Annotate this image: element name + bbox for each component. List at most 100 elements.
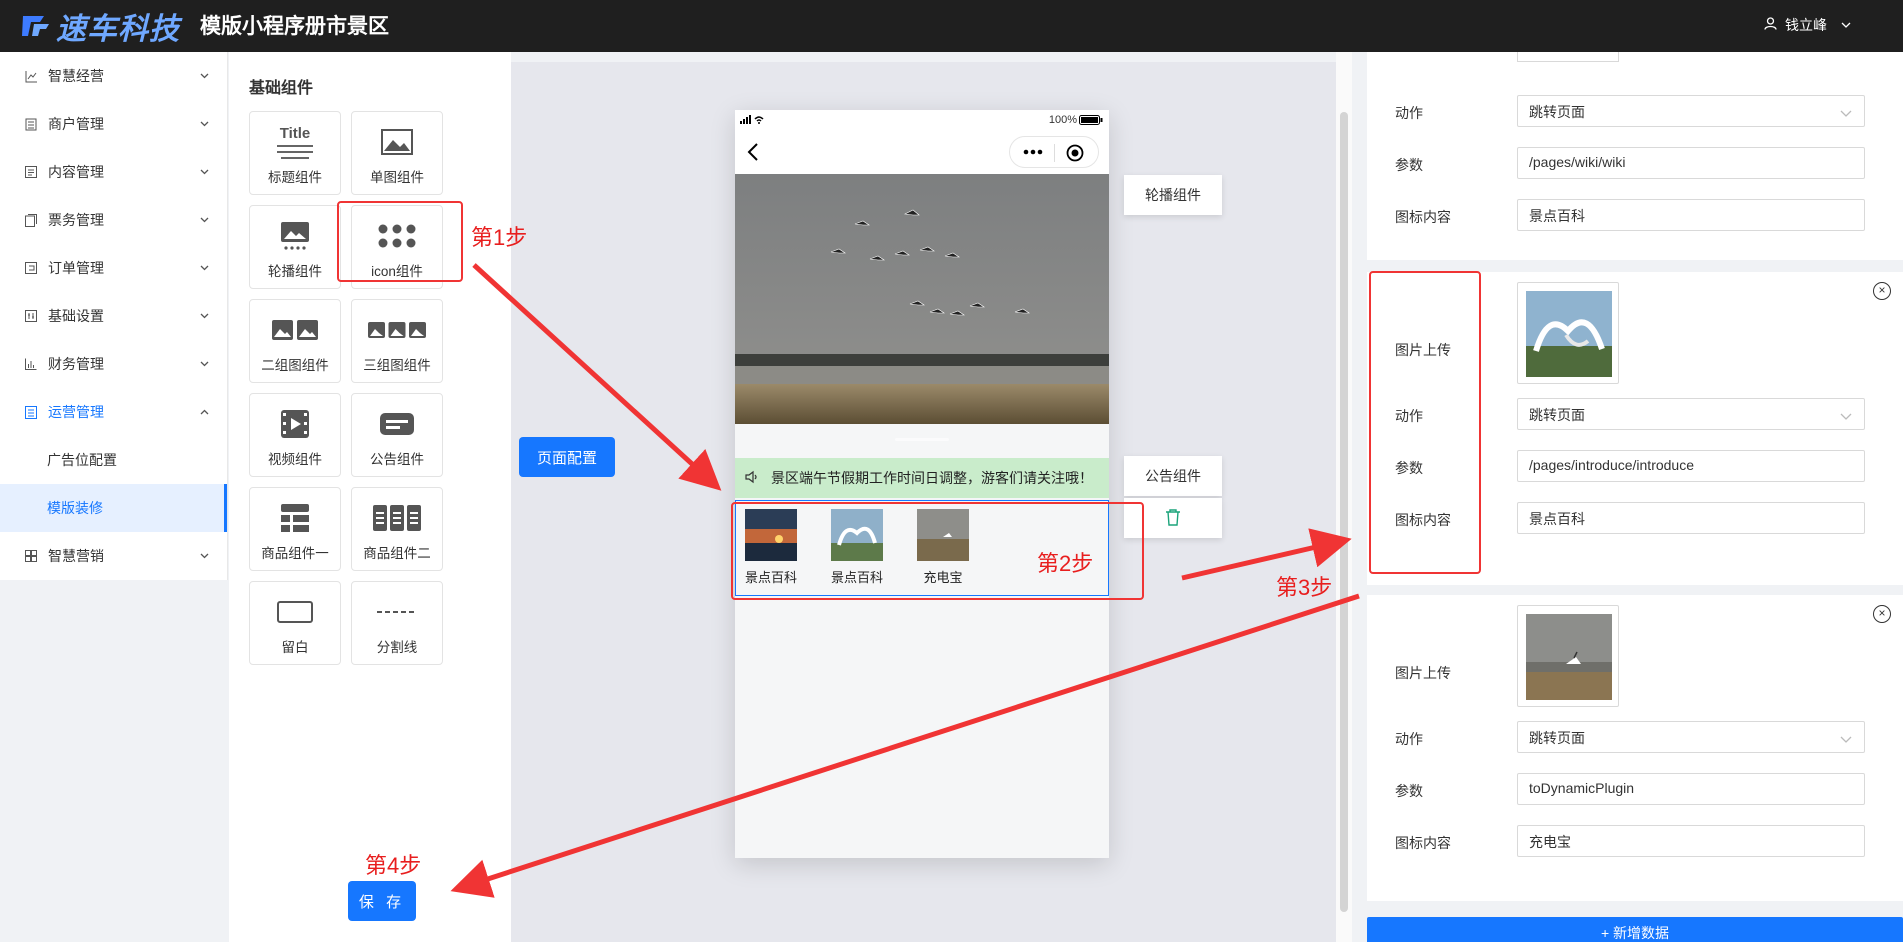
carousel-indicator [895,438,949,441]
logo-mark-icon [20,10,52,42]
chevron-down-icon [1840,731,1852,747]
sidebar-item-smart-marketing[interactable]: 智慧营销 [0,532,227,580]
chevron-down-icon [200,215,209,226]
mini-program-capsule[interactable] [1009,136,1099,168]
icon-content-input[interactable]: 充电宝 [1517,825,1865,857]
form-row-upload: 图片上传 [1367,655,1903,689]
component-two-images[interactable]: 二组图组件 [249,299,341,383]
component-divider[interactable]: 分割线 [351,581,443,665]
wetland-bird-image [1526,614,1612,700]
sidebar-item-operations[interactable]: 运营管理 [0,388,227,436]
data-card-3: × 图片上传 动作 跳转页面 参数 toDynamicPlugin 图标内容 充… [1367,595,1903,901]
chevron-down-icon [200,71,209,82]
component-notice[interactable]: 公告组件 [351,393,443,477]
component-video[interactable]: 视频组件 [249,393,341,477]
field-label: 参数 [1395,157,1423,173]
page-config-button[interactable]: 页面配置 [519,437,615,477]
notice-icon [352,406,442,442]
canvas-scrollbar[interactable] [1336,52,1352,942]
param-input[interactable]: toDynamicPlugin [1517,773,1865,805]
product-columns-icon [352,500,442,536]
user-icon [1764,17,1777,33]
sidebar-item-smart-business[interactable]: 智慧经营 [0,52,227,100]
sidebar-item-ticket[interactable]: 票务管理 [0,196,227,244]
add-data-button[interactable]: + 新增数据 [1367,917,1903,942]
component-label: 公告组件 [370,452,424,467]
component-product-two[interactable]: 商品组件二 [351,487,443,571]
component-label: 单图组件 [370,170,424,185]
carousel-component-tag[interactable]: 轮播组件 [1124,175,1222,215]
field-label: 图标内容 [1395,209,1451,225]
component-label: 留白 [281,640,309,655]
field-label: 动作 [1395,731,1423,747]
sidebar-item-basic-settings[interactable]: 基础设置 [0,292,227,340]
image-upload[interactable] [1517,605,1619,707]
data-card-1: 动作 跳转页面 参数 /pages/wiki/wiki 图标内容 景点百科 [1367,52,1903,260]
sidebar-subitem-template-decoration[interactable]: 模版装修 [0,484,227,532]
signal-icon [740,115,766,128]
image-upload[interactable] [1517,282,1619,384]
product-list-icon [250,500,340,536]
close-target-icon[interactable] [1066,144,1084,165]
notice-component-tag[interactable]: 公告组件 [1124,456,1222,496]
chevron-down-icon [200,119,209,130]
sidebar-item-orders[interactable]: 订单管理 [0,244,227,292]
video-icon [250,406,340,442]
close-circle-icon[interactable]: × [1873,605,1891,623]
field-label: 图片上传 [1395,665,1451,681]
component-three-images[interactable]: 三组图组件 [351,299,443,383]
icon-content-input[interactable]: 景点百科 [1517,502,1865,534]
battery-icon [1079,115,1103,128]
component-whitespace[interactable]: 留白 [249,581,341,665]
building-icon [24,117,38,131]
more-dots-icon[interactable] [1022,145,1044,162]
sidebar-item-label: 内容管理 [48,164,104,180]
sidebar-item-label: 运营管理 [48,404,104,420]
carousel-banner-image[interactable] [735,174,1109,424]
dashed-line-icon [352,594,442,630]
chevron-down-icon [1840,408,1852,424]
form-row-icon-content: 图标内容 景点百科 [1367,199,1903,233]
close-circle-icon[interactable]: × [1873,282,1891,300]
component-product-one[interactable]: 商品组件一 [249,487,341,571]
sidebar-item-merchant[interactable]: 商户管理 [0,100,227,148]
param-input[interactable]: /pages/introduce/introduce [1517,450,1865,482]
form-row-param: 参数 /pages/wiki/wiki [1367,147,1903,181]
bar-chart-icon [24,357,38,371]
title-icon: Title [250,124,340,160]
form-row-param: 参数 toDynamicPlugin [1367,773,1903,807]
form-row-action: 动作 跳转页面 [1367,721,1903,755]
sidebar-subitem-ad-config[interactable]: 广告位配置 [0,436,227,484]
settings-grid-icon [24,309,38,323]
notice-bar[interactable]: 景区端午节假期工作时间日调整，游客们请关注哦！ [735,458,1109,498]
back-arrow-icon[interactable] [747,142,759,165]
upload-preview-partial [1517,52,1619,62]
action-select[interactable]: 跳转页面 [1517,721,1865,753]
component-carousel[interactable]: 轮播组件 [249,205,341,289]
component-single-image[interactable]: 单图组件 [351,111,443,195]
save-button[interactable]: 保 存 [348,881,416,921]
three-images-icon [352,312,442,348]
user-menu[interactable]: 钱立峰 [1764,15,1851,35]
speaker-icon [745,470,759,487]
order-icon [24,261,38,275]
sidebar-item-finance[interactable]: 财务管理 [0,340,227,388]
step1-label: 第1步 [471,225,528,250]
sidebar-item-label: 订单管理 [48,260,104,276]
action-select[interactable]: 跳转页面 [1517,95,1865,127]
component-title[interactable]: Title 标题组件 [249,111,341,195]
sidebar-item-content[interactable]: 内容管理 [0,148,227,196]
param-input[interactable]: /pages/wiki/wiki [1517,147,1865,179]
phone-nav-bar [735,130,1109,174]
component-label: 商品组件二 [363,546,431,561]
brand-logo[interactable]: 速车科技 [20,6,180,46]
chevron-down-icon [200,311,209,322]
chevron-up-icon [200,407,209,418]
select-value: 跳转页面 [1529,730,1585,746]
sidebar-item-label: 财务管理 [48,356,104,372]
component-label: 二组图组件 [261,358,329,373]
action-select[interactable]: 跳转页面 [1517,398,1865,430]
step1-highlight-box [337,201,463,282]
icon-content-input[interactable]: 景点百科 [1517,199,1865,231]
scrollbar-thumb[interactable] [1340,112,1348,912]
